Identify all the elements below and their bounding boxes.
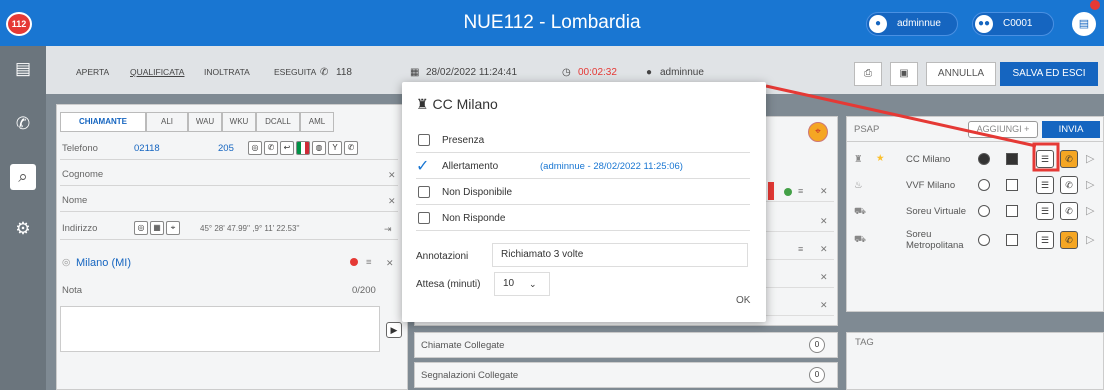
attesa-value: 10	[503, 278, 515, 289]
non-disponibile-label: Non Disponibile	[442, 187, 513, 198]
annotazioni-label: Annotazioni	[416, 251, 469, 262]
annotazioni-input[interactable]: Richiamato 3 volte	[492, 243, 748, 267]
attesa-label: Attesa (minuti)	[416, 279, 481, 290]
police-icon: ♜	[416, 96, 429, 112]
option-non-risponde[interactable]: Non Risponde	[416, 206, 750, 231]
attesa-select[interactable]: 10 ⌄	[494, 272, 550, 296]
non-risponde-checkbox[interactable]	[418, 212, 430, 224]
allertamento-note: (adminnue - 28/02/2022 11:25:06)	[540, 161, 683, 172]
annotation-highlight-box	[1032, 142, 1060, 172]
check-icon[interactable]: ✓	[416, 154, 429, 179]
option-presenza[interactable]: Presenza	[416, 128, 750, 153]
presenza-label: Presenza	[442, 135, 485, 146]
presenza-checkbox[interactable]	[418, 134, 430, 146]
psap-detail-modal: ♜ CC Milano Presenza ✓ Allertamento (adm…	[402, 82, 766, 322]
chevron-down-icon: ⌄	[529, 279, 537, 289]
annotation-arrow-line	[765, 84, 1037, 148]
allertamento-label: Allertamento	[442, 161, 499, 172]
ok-button[interactable]: OK	[736, 295, 750, 306]
modal-title-text: CC Milano	[432, 96, 498, 112]
modal-title: ♜ CC Milano	[416, 96, 498, 113]
non-risponde-label: Non Risponde	[442, 213, 506, 224]
option-allertamento[interactable]: ✓ Allertamento (adminnue - 28/02/2022 11…	[416, 154, 750, 179]
option-non-disponibile[interactable]: Non Disponibile	[416, 180, 750, 205]
non-disponibile-checkbox[interactable]	[418, 186, 430, 198]
